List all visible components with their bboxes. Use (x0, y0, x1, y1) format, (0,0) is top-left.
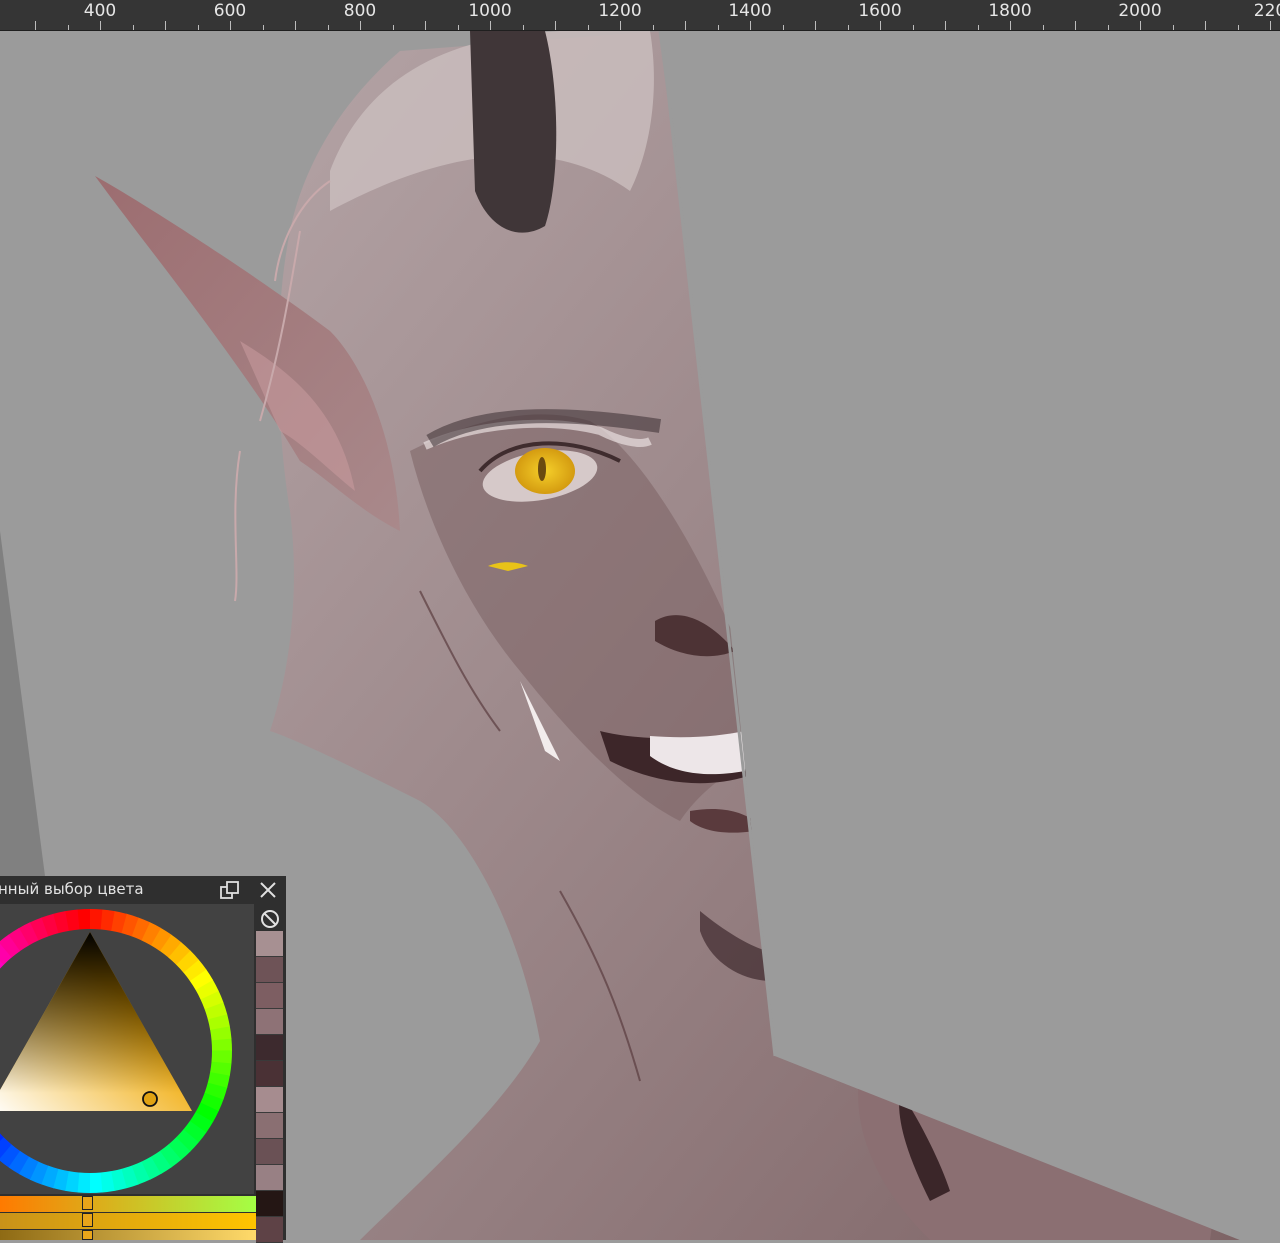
ruler-label: 1200 (598, 1, 642, 21)
ruler-tick (620, 21, 621, 30)
ruler-tick (230, 21, 231, 30)
saturation-slider-handle[interactable] (82, 1213, 93, 1227)
ruler-tick (913, 25, 914, 30)
hue-ring-segment[interactable] (89, 909, 103, 930)
ruler-tick (328, 25, 329, 30)
color-swatch[interactable] (256, 1113, 283, 1139)
saturation-slider[interactable] (0, 1213, 256, 1229)
ruler-tick (1108, 25, 1109, 30)
ruler-tick (1075, 21, 1076, 30)
color-swatch[interactable] (256, 1165, 283, 1191)
color-swatch[interactable] (256, 931, 283, 957)
ruler-tick (653, 25, 654, 30)
ruler-tick (718, 25, 719, 30)
ruler-tick (393, 25, 394, 30)
horizontal-ruler: 400 600 800 1000 1200 1400 1600 1800 2000 220 (0, 0, 1280, 31)
color-swatch[interactable] (256, 1035, 283, 1061)
ruler-label: 220 (1253, 1, 1280, 21)
ruler-tick (295, 21, 296, 30)
ruler-label: 1600 (858, 1, 902, 21)
ruler-tick (555, 21, 556, 30)
ruler-tick (1140, 21, 1141, 30)
ruler-tick (685, 21, 686, 30)
ruler-tick (35, 21, 36, 30)
ruler-tick (68, 25, 69, 30)
ruler-label: 400 (83, 1, 117, 21)
color-triangle[interactable] (0, 932, 192, 1111)
ruler-tick (945, 21, 946, 30)
ruler-label: 1800 (988, 1, 1032, 21)
ruler-tick (1173, 25, 1174, 30)
ruler-tick (848, 25, 849, 30)
ruler-tick (815, 21, 816, 30)
recent-color-swatches (256, 931, 283, 1243)
color-swatch[interactable] (256, 1139, 283, 1165)
hue-slider-handle[interactable] (82, 1196, 93, 1210)
ruler-tick (523, 25, 524, 30)
hue-ring-segment[interactable] (211, 1050, 232, 1064)
color-swatch[interactable] (256, 957, 283, 983)
ruler-tick (1270, 21, 1271, 30)
ruler-tick (978, 25, 979, 30)
hue-ring-segment[interactable] (77, 1172, 91, 1193)
ruler-tick (165, 21, 166, 30)
color-swatch[interactable] (256, 1191, 283, 1217)
ruler-tick (133, 25, 134, 30)
color-swatch[interactable] (256, 1087, 283, 1113)
ruler-tick (263, 25, 264, 30)
color-swatch[interactable] (256, 1217, 283, 1243)
ruler-tick (425, 21, 426, 30)
ruler-label: 2000 (1118, 1, 1162, 21)
ruler-tick (360, 21, 361, 30)
ruler-tick (198, 25, 199, 30)
value-slider-handle[interactable] (82, 1230, 93, 1240)
color-selector-area (0, 904, 254, 1194)
color-picker-handle[interactable] (142, 1091, 158, 1107)
no-entry-icon[interactable] (259, 908, 281, 930)
ruler-label: 1400 (728, 1, 772, 21)
ruler-label: 1000 (468, 1, 512, 21)
value-slider[interactable] (0, 1230, 256, 1240)
ruler-tick (750, 21, 751, 30)
float-window-icon[interactable] (219, 879, 241, 901)
ruler-tick (1205, 21, 1206, 30)
hue-slider[interactable] (0, 1196, 256, 1212)
ruler-tick (100, 21, 101, 30)
color-selector-docker: нный выбор цвета (0, 876, 286, 1243)
color-swatch[interactable] (256, 1009, 283, 1035)
ruler-tick (783, 25, 784, 30)
ruler-tick (588, 25, 589, 30)
ruler-tick (1010, 21, 1011, 30)
close-icon[interactable] (257, 879, 279, 901)
ruler-tick (1238, 25, 1239, 30)
color-swatch[interactable] (256, 1061, 283, 1087)
color-swatch[interactable] (256, 983, 283, 1009)
ruler-tick (458, 25, 459, 30)
ruler-tick (1043, 25, 1044, 30)
ruler-label: 600 (213, 1, 247, 21)
ruler-tick (490, 21, 491, 30)
docker-title: нный выбор цвета (0, 880, 144, 898)
ruler-tick (880, 21, 881, 30)
ruler-label: 800 (343, 1, 377, 21)
